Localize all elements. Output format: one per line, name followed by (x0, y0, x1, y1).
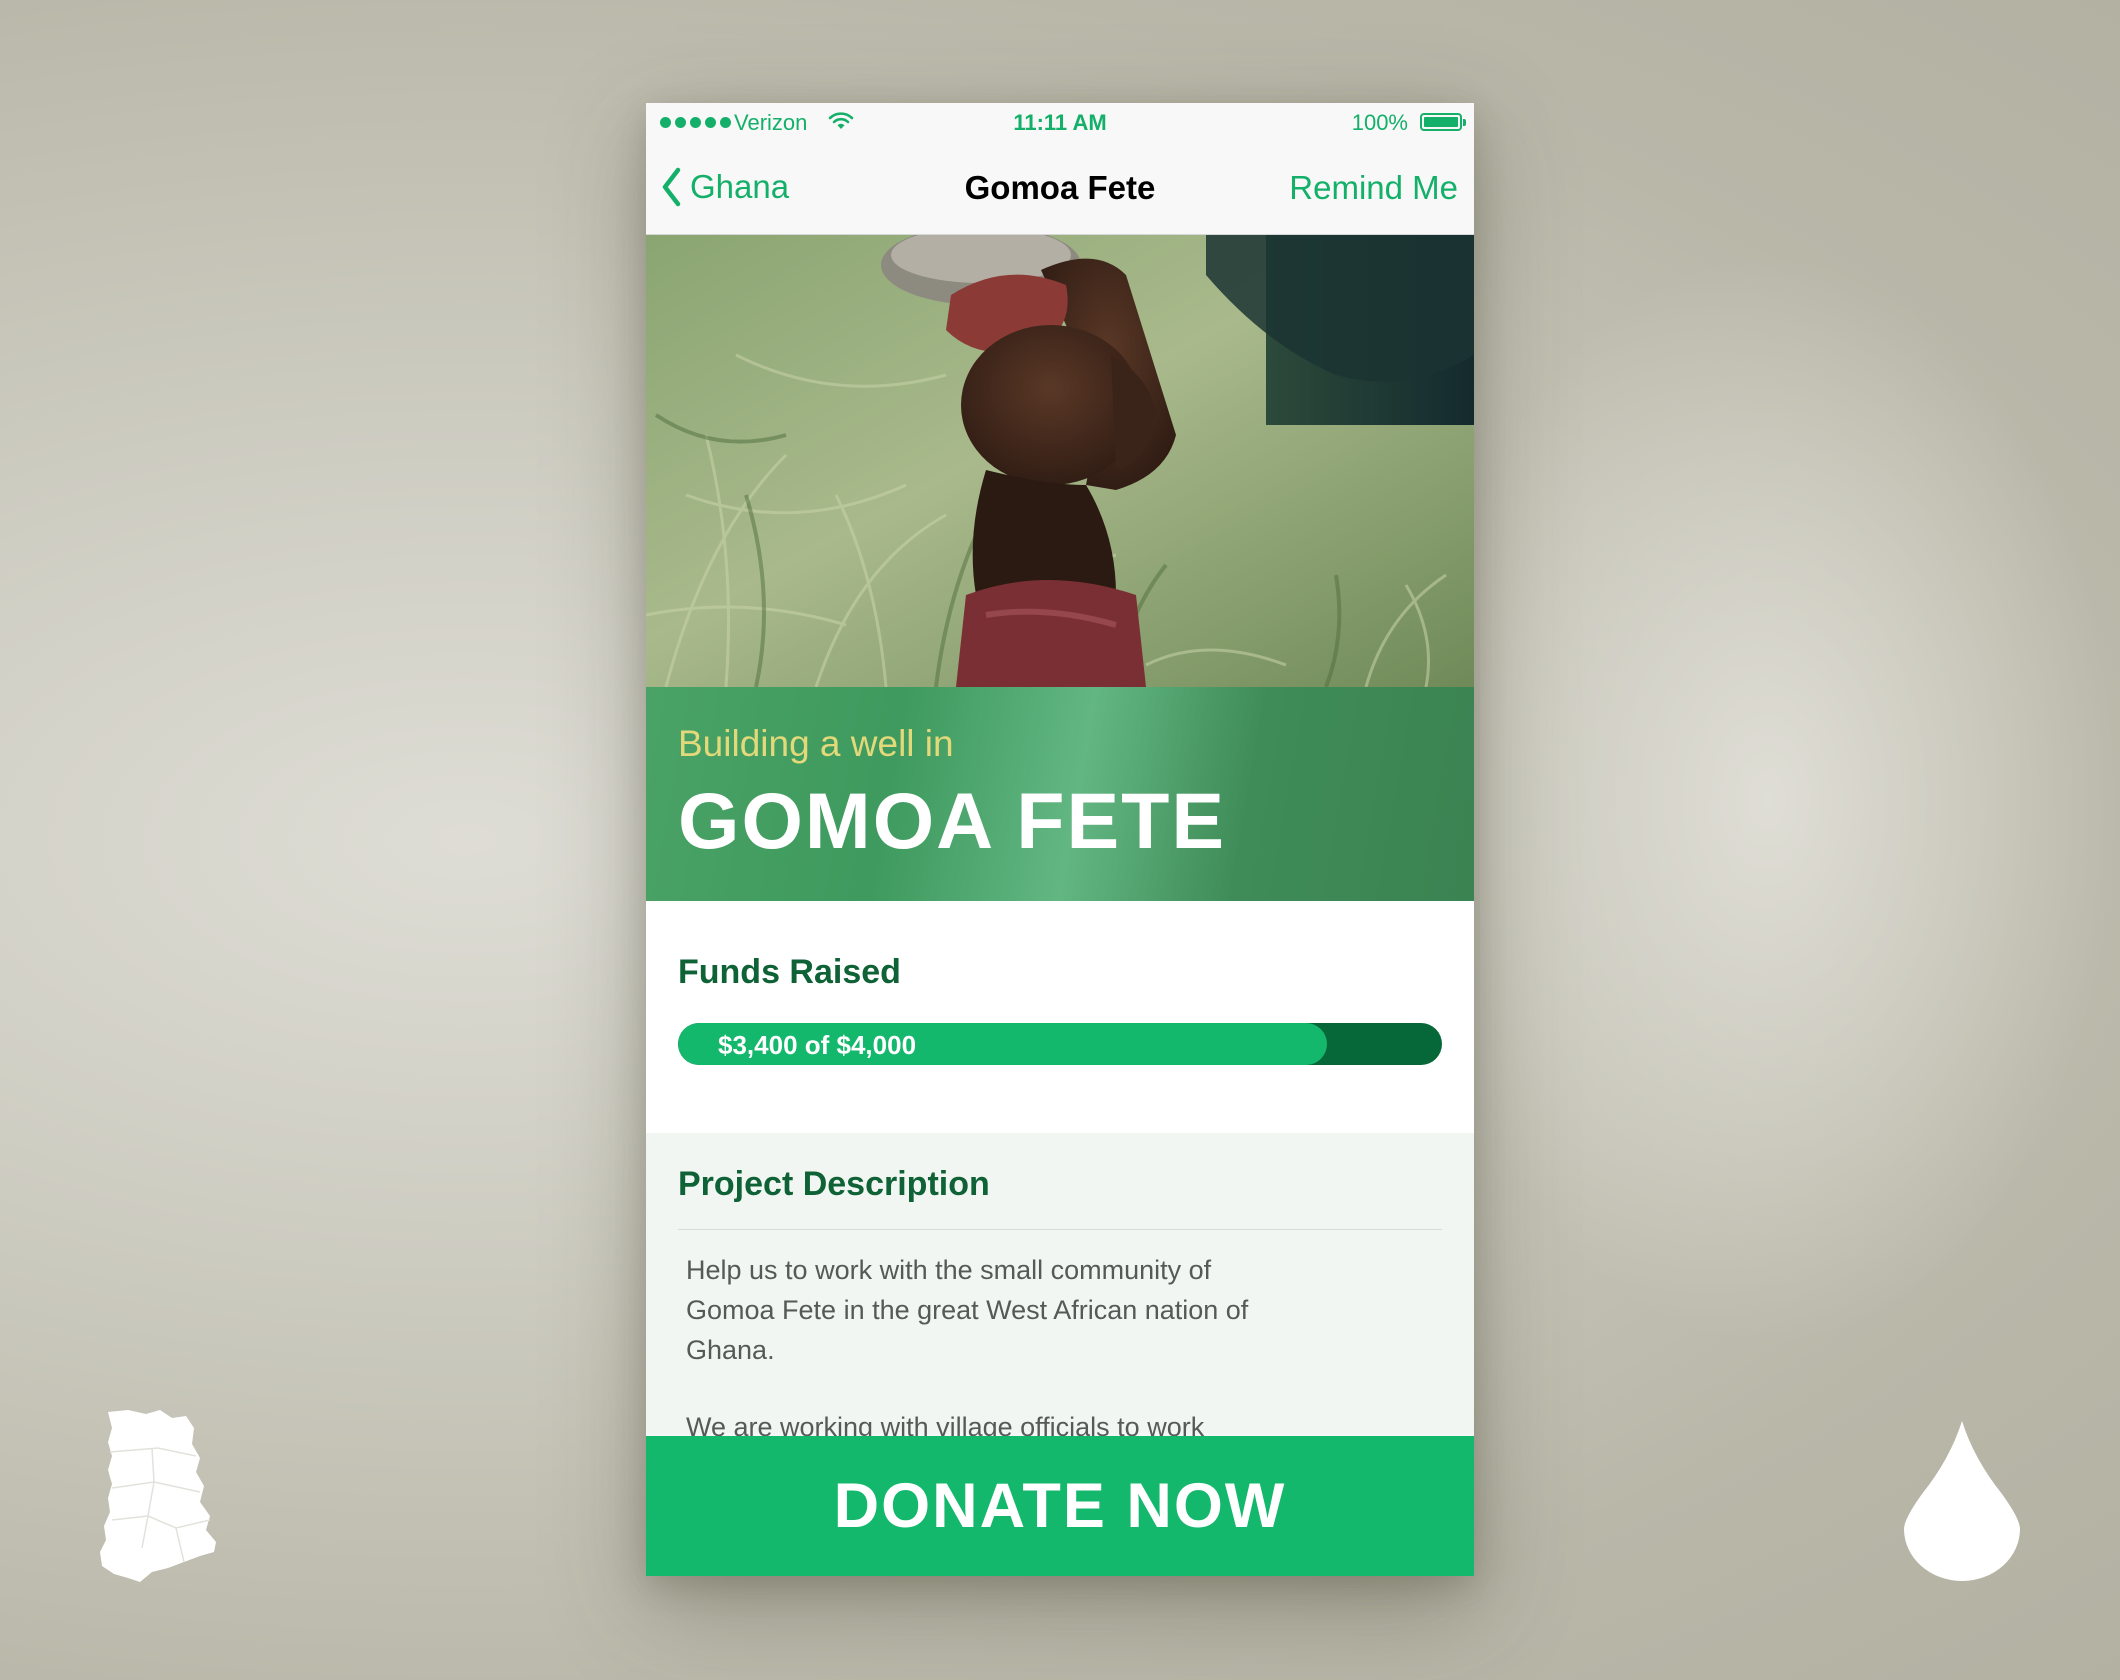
water-drop-icon (1904, 1421, 2020, 1581)
project-banner: Building a well in GOMOA FETE (646, 687, 1474, 901)
description-heading: Project Description (678, 1165, 990, 1203)
battery-percent: 100% (1351, 110, 1408, 135)
donate-now-button[interactable]: DONATE NOW (646, 1436, 1474, 1576)
background-glow (1480, 250, 2120, 1350)
status-time: 11:11 AM (1013, 110, 1107, 135)
description-paragraph: Help us to work with the small community… (686, 1255, 1249, 1365)
hero-photo (646, 235, 1474, 687)
funds-progress-bar: $3,400 of $4,000 (678, 1023, 1442, 1065)
remind-me-button[interactable]: Remind Me (1289, 169, 1458, 207)
funds-raised-section: Funds Raised $3,400 of $4,000 (646, 901, 1474, 1133)
battery-icon (1420, 113, 1466, 131)
banner-subtitle: Building a well in (678, 723, 954, 764)
project-description-section: Project Description Help us to work with… (646, 1133, 1474, 1442)
banner-title: GOMOA FETE (678, 776, 1227, 865)
navigation-bar: Ghana Gomoa Fete Remind Me (646, 143, 1474, 235)
funds-progress-text: $3,400 of $4,000 (718, 1030, 917, 1060)
funds-heading: Funds Raised (678, 953, 901, 991)
phone-screen: Verizon 11:11 AM 100% Ghana Gomoa Fete R… (646, 103, 1474, 1576)
divider (678, 1229, 1442, 1230)
status-bar: Verizon 11:11 AM 100% (646, 103, 1474, 143)
ghana-map-icon (100, 1410, 216, 1582)
